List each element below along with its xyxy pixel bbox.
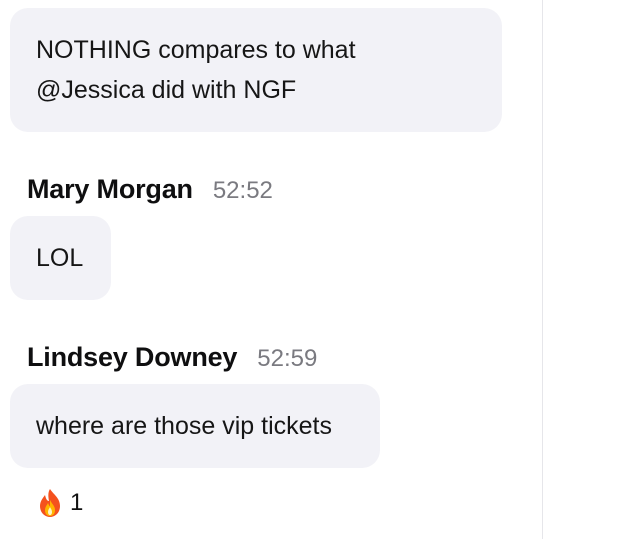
message-text: NOTHING compares to what @Jessica did wi… (36, 36, 356, 104)
message-timestamp: 52:59 (257, 345, 318, 372)
message-timestamp: 52:52 (212, 177, 273, 204)
message-header: Mary Morgan 52:52 (27, 174, 273, 205)
sender-name[interactable]: Mary Morgan (27, 174, 193, 205)
sender-name[interactable]: Lindsey Downey (27, 342, 237, 373)
reaction-count: 1 (70, 489, 84, 516)
fire-icon (40, 489, 60, 517)
side-panel (542, 0, 624, 539)
message-text: where are those vip tickets (36, 412, 332, 440)
message-bubble[interactable]: NOTHING compares to what @Jessica did wi… (10, 8, 502, 132)
reaction-chip[interactable]: 1 (34, 486, 85, 520)
message-bubble[interactable]: LOL (10, 216, 111, 300)
message-bubble[interactable]: where are those vip tickets (10, 384, 380, 468)
message-header: Lindsey Downey 52:59 (27, 342, 317, 373)
chat-message-list: NOTHING compares to what @Jessica did wi… (0, 0, 542, 539)
message-text: LOL (36, 244, 84, 272)
